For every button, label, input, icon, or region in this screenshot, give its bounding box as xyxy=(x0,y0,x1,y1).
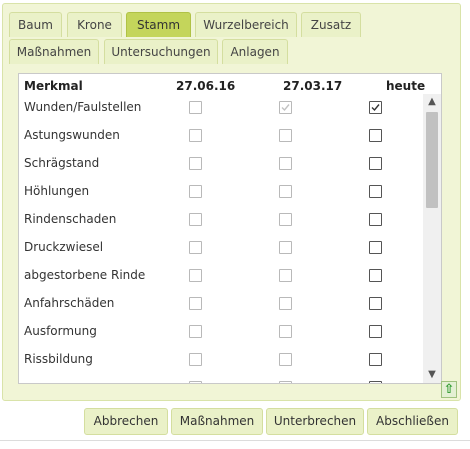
checkbox-heute[interactable] xyxy=(369,269,382,282)
tab-krone[interactable]: Krone xyxy=(67,12,122,37)
tab-stamm[interactable]: Stamm xyxy=(126,12,191,37)
checkbox-27-03-17 xyxy=(279,129,292,142)
row-label: Ausformung xyxy=(24,324,97,338)
checkbox-27-06-16 xyxy=(189,129,202,142)
row-label: abgestorbene Rinde xyxy=(24,268,146,282)
checkbox-heute[interactable] xyxy=(369,185,382,198)
checkmark-icon xyxy=(371,104,380,112)
checkbox-27-03-17 xyxy=(279,157,292,170)
tab-zusatz[interactable]: Zusatz xyxy=(301,12,361,37)
tab-anlagen[interactable]: Anlagen xyxy=(222,39,288,64)
arrow-up-icon[interactable]: ⇧ xyxy=(441,381,457,398)
row-label: Wunden/Faulstellen xyxy=(24,100,142,114)
feature-table: Merkmal 27.06.16 27.03.17 heute Wunden/F… xyxy=(18,73,442,384)
row-label: Schrägstand xyxy=(24,156,100,170)
interrupt-button[interactable]: Unterbrechen xyxy=(266,408,364,435)
checkbox-heute[interactable] xyxy=(369,213,382,226)
tab-massnahmen[interactable]: Maßnahmen xyxy=(9,39,99,64)
checkbox-27-06-16 xyxy=(189,185,202,198)
tab-wurzelbereich[interactable]: Wurzelbereich xyxy=(195,12,297,37)
checkbox-heute[interactable] xyxy=(369,157,382,170)
checkbox-27-03-17 xyxy=(279,297,292,310)
checkbox-27-06-16 xyxy=(189,325,202,338)
checkbox-27-06-16 xyxy=(189,353,202,366)
row-label: Anfahrschäden xyxy=(24,296,115,310)
row-label: Rissbildung xyxy=(24,352,93,366)
cancel-button[interactable]: Abbrechen xyxy=(84,408,168,435)
checkbox-27-03-17 xyxy=(279,213,292,226)
column-header-heute: heute xyxy=(386,79,426,93)
checkbox-heute[interactable] xyxy=(369,353,382,366)
tab-untersuchungen[interactable]: Untersuchungen xyxy=(104,39,218,64)
checkbox-27-03-17 xyxy=(279,381,292,383)
checkbox-27-06-16 xyxy=(189,269,202,282)
checkbox-27-06-16 xyxy=(189,157,202,170)
measures-button[interactable]: Maßnahmen xyxy=(171,408,263,435)
column-header-date-2: 27.03.17 xyxy=(283,79,343,93)
column-header-merkmal: Merkmal xyxy=(24,79,83,93)
row-label: Rindenschaden xyxy=(24,212,117,226)
checkbox-27-03-17 xyxy=(279,325,292,338)
chevron-down-icon[interactable]: ▼ xyxy=(423,367,441,383)
checkbox-27-06-16 xyxy=(189,213,202,226)
checkbox-heute[interactable] xyxy=(369,129,382,142)
checkmark-icon xyxy=(281,104,290,112)
row-label: Astungswunden xyxy=(24,128,120,142)
checkbox-heute[interactable] xyxy=(369,325,382,338)
column-header-date-1: 27.06.16 xyxy=(176,79,236,93)
finish-button[interactable]: Abschließen xyxy=(367,408,458,435)
checkbox-27-06-16 xyxy=(189,297,202,310)
checkbox-heute[interactable] xyxy=(369,241,382,254)
checkbox-27-03-17 xyxy=(279,101,292,114)
checkbox-27-03-17 xyxy=(279,185,292,198)
checkbox-heute xyxy=(369,381,382,383)
row-label: Höhlungen xyxy=(24,184,90,198)
checkbox-27-03-17 xyxy=(279,269,292,282)
table-scrollbar[interactable]: ▲ ▼ xyxy=(423,94,441,383)
checkbox-heute[interactable] xyxy=(369,101,382,114)
checkbox-heute[interactable] xyxy=(369,297,382,310)
checkbox-27-03-17 xyxy=(279,353,292,366)
divider xyxy=(0,440,470,441)
chevron-up-icon[interactable]: ▲ xyxy=(423,94,441,110)
checkbox-27-06-16 xyxy=(189,381,202,383)
checkbox-27-06-16 xyxy=(189,101,202,114)
row-label: Druckzwiesel xyxy=(24,240,104,254)
checkbox-27-06-16 xyxy=(189,241,202,254)
checkbox-27-03-17 xyxy=(279,241,292,254)
tab-baum[interactable]: Baum xyxy=(9,12,62,37)
scrollbar-thumb[interactable] xyxy=(426,112,438,208)
